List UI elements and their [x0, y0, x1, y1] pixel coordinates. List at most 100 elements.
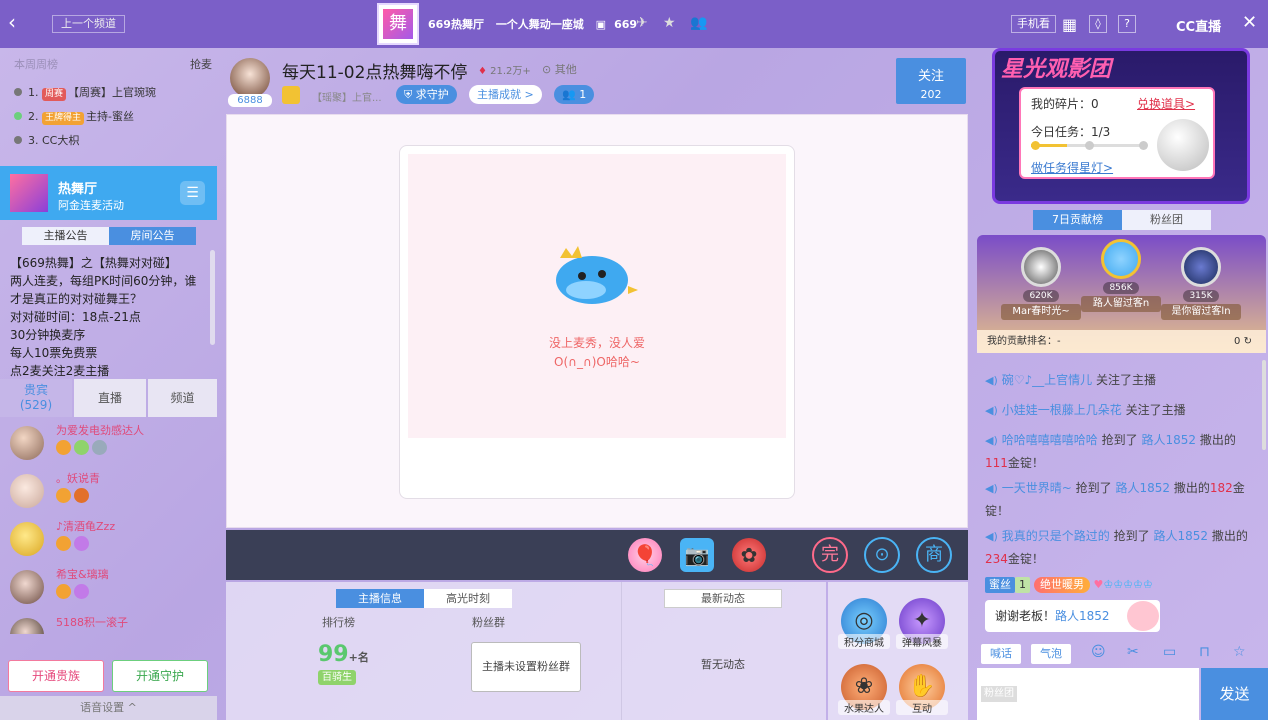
chat-user[interactable]: 碗♡♪__上官情儿: [1002, 373, 1092, 387]
chat-tail: 撒出的: [1199, 433, 1236, 447]
refresh-icon[interactable]: ↻: [1244, 336, 1252, 347]
notice-scrollbar[interactable]: [210, 250, 215, 345]
hall-card[interactable]: 热舞厅 阿金连麦活动 ☰: [0, 166, 217, 220]
list-item[interactable]: 。妖说青: [10, 470, 210, 516]
send-button[interactable]: 发送: [1201, 668, 1268, 720]
speaker-icon: ◀): [985, 530, 998, 543]
app-label: 水果达人: [838, 700, 890, 715]
host-avatar[interactable]: [230, 58, 270, 98]
tab-highlights[interactable]: 高光时刻: [424, 589, 512, 608]
stargazer-banner[interactable]: 星光观影团 我的碎片：0 兑换道具> 今日任务：1/3 做任务得星灯>: [992, 48, 1250, 204]
grab-mic-button[interactable]: 抢麦: [190, 56, 212, 72]
open-noble-button[interactable]: 开通贵族: [8, 660, 104, 692]
image-icon[interactable]: ▭: [1163, 644, 1176, 660]
rocket-icon[interactable]: ✈: [636, 15, 648, 31]
star-icon[interactable]: ★: [663, 15, 676, 31]
open-guard-button[interactable]: 开通守护: [112, 660, 208, 692]
empty-line: O(∩_∩)O哈哈~: [554, 355, 640, 369]
voice-settings-button[interactable]: 语音设置 ^: [0, 696, 217, 720]
balloon-gift-icon[interactable]: 🎈: [628, 538, 662, 572]
thanks-prefix: 谢谢老板！: [995, 609, 1056, 623]
list-item[interactable]: 5188积一滚子: [10, 614, 210, 634]
grid-icon[interactable]: ▦: [1062, 15, 1077, 34]
tab-guests[interactable]: 贵宾 (529): [0, 379, 72, 417]
bag-gift-icon[interactable]: ⊙: [864, 537, 900, 573]
points-mall-app[interactable]: ◎ 积分商城: [838, 598, 890, 649]
notice-tabs: 主播公告 房间公告: [22, 227, 196, 245]
interaction-app[interactable]: ✋ 互动: [896, 664, 948, 715]
shop-gift-icon[interactable]: 商: [916, 537, 952, 573]
chat-target[interactable]: 路人1852: [1116, 481, 1171, 495]
tab-fan-club[interactable]: 粉丝团: [1122, 210, 1211, 230]
users-icon[interactable]: 👥: [690, 15, 707, 31]
list-item[interactable]: 为爱发电劲感达人: [10, 422, 210, 468]
chat-scrollbar[interactable]: [1262, 360, 1266, 450]
tab-host-info[interactable]: 主播信息: [336, 589, 424, 608]
chat-target[interactable]: 路人1852: [1153, 529, 1208, 543]
rank-value: 99+名: [318, 642, 369, 667]
chat-message: ◀) 小娃娃一根藤上几朵花 关注了主播: [985, 399, 1250, 422]
phone-watch-button[interactable]: 手机看: [1011, 15, 1056, 33]
wan-gift-icon[interactable]: 完: [812, 537, 848, 573]
tab-7day-contribution[interactable]: 7日贡献榜: [1033, 210, 1122, 230]
podium-slot[interactable]: 620K Mar春时光~: [1001, 247, 1081, 320]
fans-group-box[interactable]: 主播未设置粉丝群: [471, 642, 581, 692]
pin-icon[interactable]: ☆: [1233, 644, 1246, 660]
tab-channel[interactable]: 频道: [148, 379, 217, 417]
rank-item[interactable]: 3. CC大枳: [14, 132, 79, 148]
emoji-icon[interactable]: ☺: [1091, 644, 1106, 660]
chat-target[interactable]: 路人1852: [1141, 433, 1196, 447]
latest-news-button[interactable]: 最新动态: [664, 589, 782, 608]
rank-item[interactable]: 1. 周赛 【周赛】上官琬琬: [14, 84, 156, 101]
other-link[interactable]: ⊙ 其他: [542, 61, 577, 77]
camera-gift-icon[interactable]: 📷: [680, 538, 714, 572]
redeem-link[interactable]: 兑换道具>: [1137, 95, 1195, 112]
bell-icon[interactable]: ◊: [1089, 15, 1107, 33]
host-achievement-button[interactable]: 主播成就 >: [469, 85, 542, 104]
thanks-user[interactable]: 路人1852: [1055, 609, 1110, 623]
chat-action: 抢到了: [1075, 481, 1112, 495]
fruit-master-app[interactable]: ❀ 水果达人: [838, 664, 890, 715]
close-icon[interactable]: ✕: [1242, 12, 1257, 33]
badge-icon: [74, 584, 89, 599]
cc-logo: CC直播: [1176, 20, 1222, 35]
user-name: 希宝&璃璃: [56, 568, 109, 581]
chat-user[interactable]: 小娃娃一根藤上几朵花: [1002, 403, 1122, 417]
podium-score: 620K: [1023, 290, 1059, 302]
tab-live[interactable]: 直播: [74, 379, 146, 417]
list-item[interactable]: 希宝&璃璃: [10, 566, 210, 612]
do-task-link[interactable]: 做任务得星灯>: [1031, 159, 1113, 176]
rank-suffix: +名: [348, 651, 369, 664]
help-icon[interactable]: ?: [1118, 15, 1136, 33]
danmaku-storm-app[interactable]: ✦ 弹幕风暴: [896, 598, 948, 649]
fan-tag: 蜜丝: [985, 577, 1015, 593]
tab-host-notice[interactable]: 主播公告: [22, 227, 109, 245]
chat-input[interactable]: 粉丝团: [977, 668, 1199, 720]
podium-slot[interactable]: 856K 路人留过客n: [1081, 239, 1161, 312]
list-item[interactable]: ♪清酒龟Zzz: [10, 518, 210, 564]
podium-name: 是你留过客ln: [1161, 304, 1241, 320]
scissors-icon[interactable]: ✂: [1127, 644, 1139, 660]
request-guard-button[interactable]: ⛨ 求守护: [396, 85, 457, 104]
empty-line: 没上麦秀，没人爱: [548, 336, 645, 350]
podium-slot[interactable]: 315K 是你留过客ln: [1161, 247, 1241, 320]
flower-gift-icon[interactable]: ✿: [732, 538, 766, 572]
prev-channel-button[interactable]: 上一个频道: [52, 15, 125, 33]
rank-header: 本周周榜: [14, 58, 58, 71]
follow-button[interactable]: 关注 202: [896, 58, 966, 104]
chevron-left-icon[interactable]: ‹: [8, 10, 16, 34]
chat-user[interactable]: 我真的只是个路过的: [1002, 529, 1110, 543]
notice-line: 对对碰时间：18点-21点: [10, 310, 141, 324]
bubble-button[interactable]: 气泡: [1031, 644, 1071, 664]
hall-sub: 阿金连麦活动: [58, 199, 124, 212]
rank-item[interactable]: 2. 王牌得主 主持-蜜丝: [14, 108, 134, 125]
chat-user[interactable]: 哈哈嘻嘻嘻嘻哈哈: [1002, 433, 1098, 447]
tab-room-notice[interactable]: 房间公告: [109, 227, 196, 245]
chat-amount: 111: [985, 456, 1008, 470]
speaker-icon: ◀): [985, 404, 998, 417]
shout-button[interactable]: 喊话: [981, 644, 1021, 664]
menu-icon[interactable]: ☰: [180, 181, 205, 205]
chat-user[interactable]: 一天世界晴~: [1002, 481, 1072, 495]
fans-count-button[interactable]: 👥 1: [554, 85, 595, 104]
lock-icon[interactable]: ⊓: [1199, 644, 1210, 660]
